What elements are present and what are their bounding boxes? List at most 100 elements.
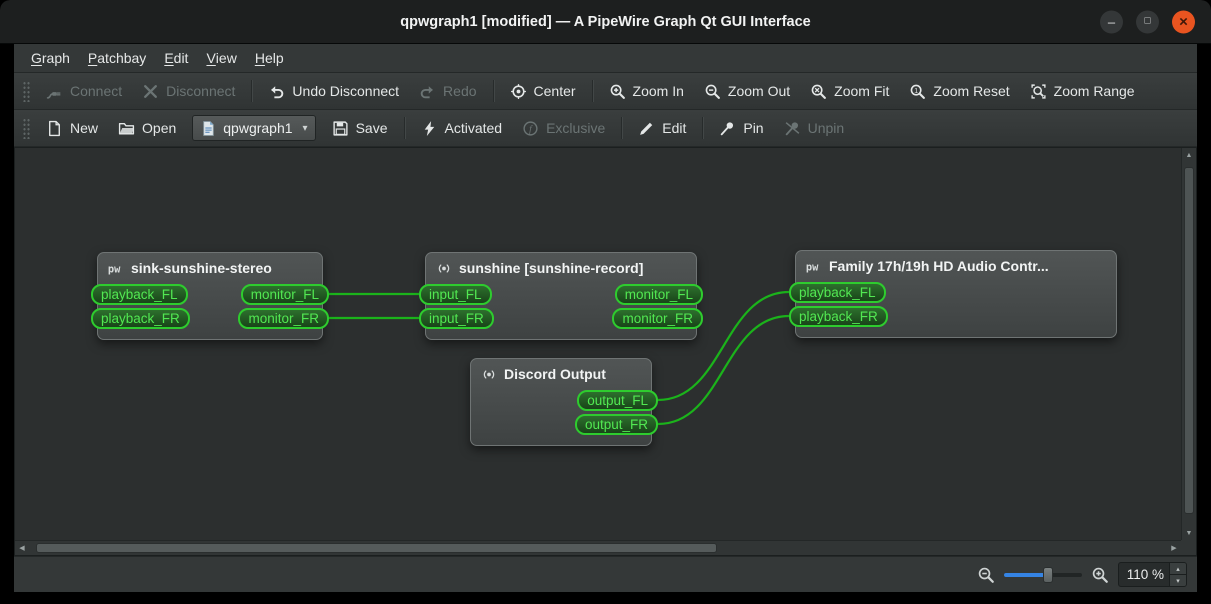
graph-canvas[interactable]: pw sink-sunshine-stereo playback_FL monitor…	[15, 148, 1181, 540]
exclusive-icon: f	[522, 120, 539, 137]
horizontal-scrollbar[interactable]: ◀ ▶	[15, 540, 1181, 555]
scrollbar-corner	[1181, 540, 1196, 555]
scroll-right-button[interactable]: ▶	[1167, 541, 1181, 555]
port-playback_FR[interactable]: playback_FR	[91, 307, 190, 329]
redo-button[interactable]: Redo	[410, 77, 485, 105]
port-playback_FR[interactable]: playback_FR	[789, 305, 888, 327]
vertical-scrollbar-thumb[interactable]	[1184, 166, 1194, 515]
zoom-spin-arrows: ▴ ▾	[1169, 563, 1186, 586]
speaker-icon	[480, 367, 498, 382]
maximize-button[interactable]: □	[1136, 10, 1159, 33]
toolbar-separator	[492, 80, 494, 102]
vertical-scrollbar-track[interactable]	[1184, 163, 1194, 525]
edit-button[interactable]: Edit	[629, 114, 695, 142]
toolbar-separator	[251, 80, 253, 102]
open-button[interactable]: Open	[109, 114, 185, 142]
horizontal-scrollbar-thumb[interactable]	[35, 543, 718, 553]
activated-button[interactable]: Activated	[412, 114, 512, 142]
port-monitor_FR[interactable]: monitor_FR	[238, 307, 329, 329]
minimize-icon: –	[1107, 14, 1116, 29]
toolbar-button-label: Disconnect	[166, 83, 236, 99]
patchbay-select[interactable]: qpwgraph1 ▾	[192, 115, 316, 141]
new-file-icon	[46, 120, 63, 137]
app-frame: Graph Patchbay Edit View Help Connect Disconn…	[14, 44, 1197, 592]
scroll-down-button[interactable]: ▼	[1182, 526, 1196, 540]
port-input_FL[interactable]: input_FL	[419, 283, 492, 305]
toolbar-button-label: New	[70, 120, 99, 136]
toolbar-drag-handle[interactable]	[22, 80, 30, 102]
zoom-in-button[interactable]: Zoom In	[600, 77, 693, 105]
node-title: Family 17h/19h HD Audio Contr...	[829, 258, 1049, 274]
chevron-down-icon: ▾	[302, 122, 308, 134]
toolbar-button-label: Open	[142, 120, 177, 136]
zoom-spin-up-button[interactable]: ▴	[1170, 563, 1186, 575]
port-output_FL[interactable]: output_FL	[577, 389, 658, 411]
status-bar: 110 % ▴ ▾	[14, 556, 1197, 592]
connection-links	[329, 290, 790, 426]
zoom-fit-icon	[810, 83, 827, 100]
center-icon	[510, 83, 527, 100]
toolbar-file: New Open qpwgraph1 ▾ Save Activated f Exclusive…	[14, 110, 1197, 147]
speaker-icon	[435, 261, 453, 276]
port-monitor_FR[interactable]: monitor_FR	[612, 307, 703, 329]
zoom-in-icon	[609, 83, 626, 100]
new-button[interactable]: New	[37, 114, 107, 142]
menu-graph[interactable]: Graph	[22, 44, 79, 72]
status-zoom-in-button[interactable]	[1091, 566, 1109, 584]
zoom-slider-handle[interactable]	[1043, 566, 1054, 583]
port-playback_FL[interactable]: playback_FL	[91, 283, 188, 305]
menu-view[interactable]: View	[197, 44, 245, 72]
scroll-left-icon: ◀	[19, 545, 25, 552]
undo-icon	[268, 83, 285, 100]
node-title: sunshine [sunshine-record]	[459, 260, 644, 276]
menu-help[interactable]: Help	[246, 44, 293, 72]
center-button[interactable]: Center	[501, 77, 585, 105]
menu-bar: Graph Patchbay Edit View Help	[14, 44, 1197, 73]
zoom-reset-button[interactable]: 1 Zoom Reset	[900, 77, 1018, 105]
zoom-spinbox[interactable]: 110 % ▴ ▾	[1117, 562, 1187, 587]
node-header: Discord Output	[471, 359, 651, 385]
zoom-fit-button[interactable]: Zoom Fit	[801, 77, 898, 105]
horizontal-scrollbar-track[interactable]	[30, 543, 1166, 553]
scroll-up-button[interactable]: ▲	[1182, 148, 1196, 162]
toolbar-separator	[591, 80, 593, 102]
node-sunshine[interactable]: sunshine [sunshine-record] input_FL monito…	[419, 252, 703, 340]
menu-patchbay[interactable]: Patchbay	[79, 44, 155, 72]
zoom-slider[interactable]	[1003, 566, 1082, 584]
node-title: sink-sunshine-stereo	[131, 260, 272, 276]
toolbar-button-label: Redo	[443, 83, 477, 99]
exclusive-button[interactable]: f Exclusive	[513, 114, 614, 142]
menu-edit[interactable]: Edit	[155, 44, 197, 72]
scroll-left-button[interactable]: ◀	[15, 541, 29, 555]
node-sink-sunshine-stereo[interactable]: pw sink-sunshine-stereo playback_FL monitor…	[91, 252, 329, 340]
port-monitor_FL[interactable]: monitor_FL	[614, 283, 703, 305]
port-monitor_FL[interactable]: monitor_FL	[240, 283, 329, 305]
vertical-scrollbar[interactable]: ▲ ▼	[1181, 148, 1196, 540]
title-bar[interactable]: qpwgraph1 [modified] — A PipeWire Graph …	[0, 0, 1211, 44]
node-family-audio[interactable]: pw Family 17h/19h HD Audio Contr... playba…	[789, 250, 1117, 338]
close-button[interactable]: ×	[1172, 10, 1195, 33]
connect-button[interactable]: Connect	[37, 77, 131, 105]
undo-disconnect-button[interactable]: Undo Disconnect	[259, 77, 408, 105]
disconnect-button[interactable]: Disconnect	[133, 77, 244, 105]
connect-icon	[46, 83, 63, 100]
zoom-out-button[interactable]: Zoom Out	[695, 77, 799, 105]
node-discord-output[interactable]: Discord Output output_FL output_FR	[470, 358, 658, 446]
save-button[interactable]: Save	[323, 114, 397, 142]
save-icon	[332, 120, 349, 137]
scroll-up-icon: ▲	[1185, 151, 1193, 159]
status-zoom-out-button[interactable]	[977, 566, 995, 584]
port-playback_FL[interactable]: playback_FL	[789, 281, 886, 303]
zoom-spin-down-button[interactable]: ▾	[1170, 575, 1186, 586]
zoom-range-button[interactable]: Zoom Range	[1021, 77, 1144, 105]
minimize-button[interactable]: –	[1100, 10, 1123, 33]
node-header: pw Family 17h/19h HD Audio Contr...	[796, 251, 1116, 277]
port-output_FR[interactable]: output_FR	[574, 413, 658, 435]
patchbay-file-icon	[200, 120, 217, 137]
redo-icon	[419, 83, 436, 100]
zoom-value[interactable]: 110 %	[1119, 563, 1169, 586]
unpin-button[interactable]: Unpin	[775, 114, 854, 142]
toolbar-drag-handle[interactable]	[22, 117, 30, 139]
port-input_FR[interactable]: input_FR	[419, 307, 494, 329]
pin-button[interactable]: Pin	[710, 114, 772, 142]
